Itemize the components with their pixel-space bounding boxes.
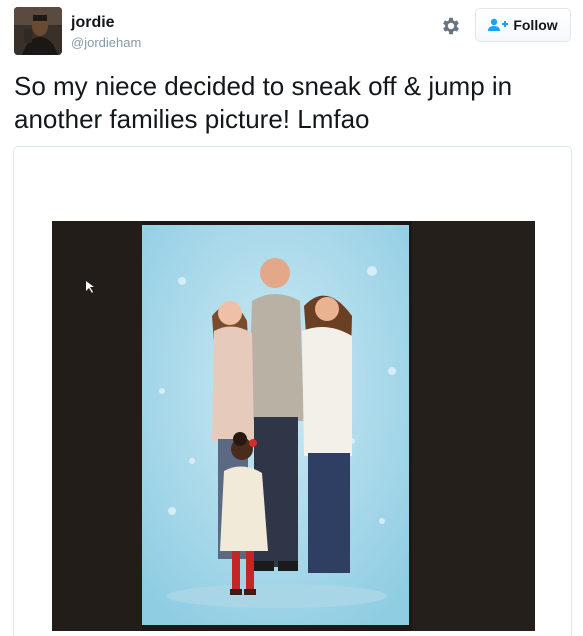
add-user-icon	[488, 18, 509, 31]
avatar[interactable]	[14, 7, 62, 55]
media-card[interactable]	[13, 146, 572, 636]
user-handle[interactable]: @jordieham	[71, 35, 141, 51]
display-name[interactable]: jordie	[71, 13, 115, 33]
follow-label: Follow	[513, 17, 558, 33]
tweet-card: jordie @jordieham Follow So my niece dec…	[0, 0, 583, 636]
gear-icon[interactable]	[440, 15, 462, 37]
tweet-text: So my niece decided to sneak off & jump …	[14, 71, 513, 134]
follow-button[interactable]: Follow	[475, 8, 571, 42]
avatar-image	[14, 7, 62, 55]
tweet-photo[interactable]	[52, 221, 535, 631]
